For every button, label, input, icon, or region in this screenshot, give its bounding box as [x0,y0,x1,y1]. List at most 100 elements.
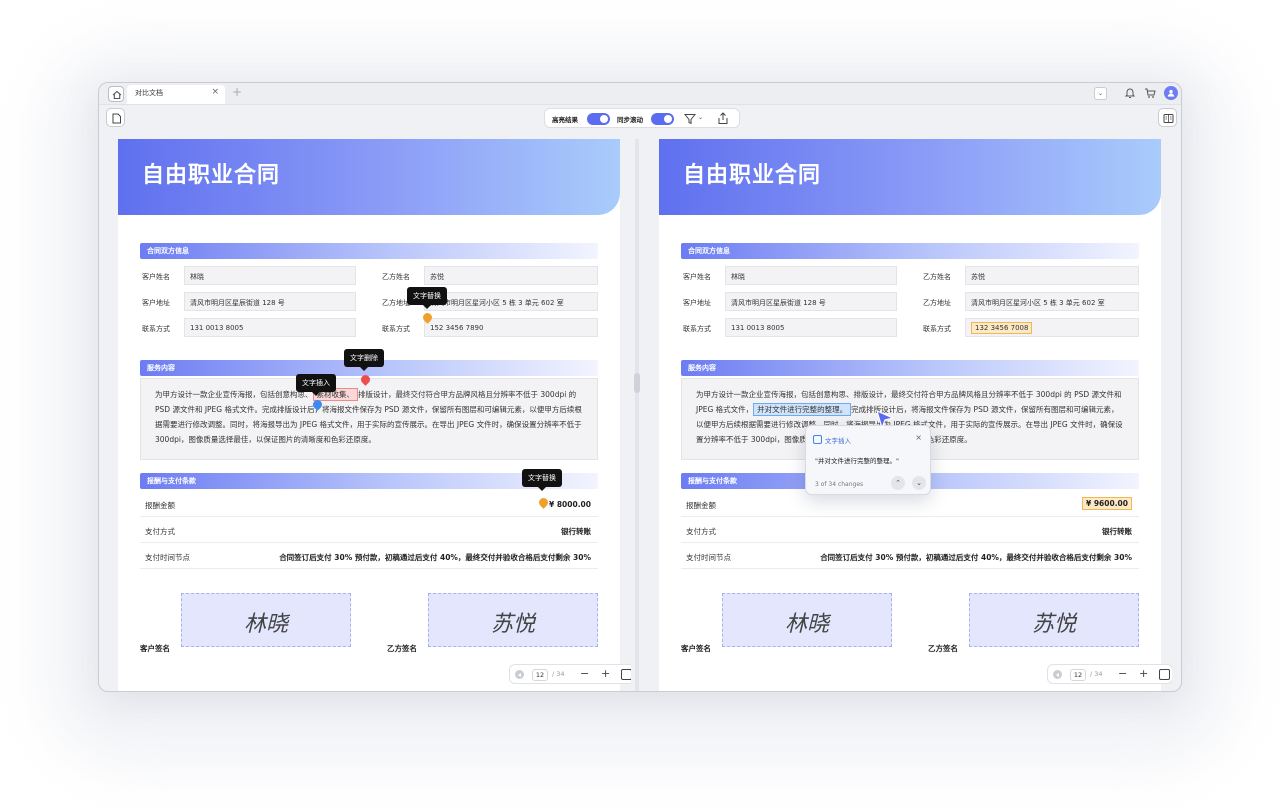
sync-scroll-toggle[interactable] [651,113,674,125]
cart-icon[interactable] [1143,86,1157,100]
client-signature: 林晓 [784,612,829,637]
pay-method-row: 支付方式 银行转账 [681,517,1139,543]
section-title: 服务内容 [147,364,175,372]
add-tab-button[interactable]: + [232,85,242,99]
party-b-address-field: 清风市明月区星河小区 5 栋 3 单元 602 室 [424,292,598,311]
section-header-service: 服务内容 [681,360,1139,376]
client-signature: 林晓 [243,612,288,637]
zoom-out-button[interactable]: − [1118,667,1127,680]
tooltip-text-replace: 文字替换 [407,287,447,309]
filter-icon[interactable] [684,113,696,125]
page-total: / 34 [1090,670,1103,678]
tooltip-text-delete: 文字删除 [344,349,384,371]
prev-page-icon[interactable] [515,670,524,679]
party-b-name-field: 苏悦 [965,266,1139,285]
service-text: 为甲方设计一款企业宣传海报，包括创意构思、 [155,390,313,399]
popup-close-icon[interactable]: × [915,433,922,442]
party-b-signature-box: 苏悦 [428,593,598,647]
client-signature-box: 林晓 [181,593,351,647]
right-zoom-controls: 12 / 34 − + [1047,664,1172,684]
title-banner: 自由职业合同 [118,139,620,215]
client-address-label: 客户地址 [142,299,170,307]
fit-page-icon[interactable] [621,669,631,680]
party-b-sign-label: 乙方签名 [928,644,958,653]
pay-amount-value: ¥ 8000.00 [549,500,591,509]
page-number-input[interactable]: 12 [1070,669,1086,681]
section-title: 报酬与支付条款 [147,477,196,485]
client-address-field: 清风市明月区星辰街道 128 号 [725,292,897,311]
change-detail-popup: 文字插入 × "并对文件进行完整的整理。" 3 of 34 changes ⌃ … [805,425,931,495]
page-total: / 34 [552,670,565,678]
client-signature-box: 林晓 [722,593,892,647]
prev-change-button[interactable]: ⌃ [891,476,905,490]
tab-label: 对比文档 [135,89,163,97]
tab-compare-doc[interactable]: 对比文档 × [127,85,225,104]
zoom-in-button[interactable]: + [1139,667,1148,680]
party-b-address-field: 清风市明月区星河小区 5 栋 3 单元 602 室 [965,292,1139,311]
client-phone-label: 联系方式 [142,325,170,333]
app-window: 对比文档 × + ⌄ 高亮结果 同步滚动 ⌄ 自由职业合同 合同双方信息 客户姓… [98,82,1182,692]
party-b-phone-label: 联系方式 [923,325,951,333]
section-title: 服务内容 [688,364,716,372]
section-title: 合同双方信息 [688,247,730,255]
section-title: 合同双方信息 [147,247,189,255]
client-sign-label: 客户签名 [140,644,170,653]
home-button[interactable] [108,86,124,102]
pay-schedule-row: 支付时间节点 合同签订后支付 30% 预付款，初稿通过后支付 40%，最终交付并… [140,543,598,569]
mouse-cursor-icon [876,409,895,430]
next-change-button[interactable]: ⌄ [912,476,926,490]
bell-icon[interactable] [1123,86,1137,100]
export-icon[interactable] [717,112,729,125]
client-sign-label: 客户签名 [681,644,711,653]
section-header-parties: 合同双方信息 [681,243,1139,259]
pay-method-value: 银行转账 [1102,527,1132,536]
pay-amount-value-highlight[interactable]: ¥ 9600.00 [1082,497,1132,510]
party-b-phone-field: 132 3456 7008 [965,318,1139,337]
insert-change-icon [813,435,822,444]
tab-bar: 对比文档 × + ⌄ [99,83,1181,105]
document-button[interactable] [106,108,125,127]
tooltip-amount-replace: 文字替换 [522,469,562,491]
page-number-input[interactable]: 12 [532,669,548,681]
client-phone-field: 131 0013 8005 [184,318,356,337]
tabs-dropdown-button[interactable]: ⌄ [1094,87,1107,100]
fit-page-icon[interactable] [1159,669,1170,680]
pay-amount-row: 报酬金额 ¥ 8000.00 [140,491,598,517]
left-zoom-controls: 12 / 34 − + [509,664,631,684]
highlight-results-label: 高亮结果 [552,116,578,124]
section-title: 报酬与支付条款 [688,477,737,485]
left-document-pane: 自由职业合同 合同双方信息 客户姓名 林晓 乙方姓名 苏悦 客户地址 清风市明月… [99,139,631,691]
party-b-name-label: 乙方姓名 [923,273,951,281]
document-page: 自由职业合同 合同双方信息 客户姓名 林晓 乙方姓名 苏悦 客户地址 清风市明月… [659,139,1161,691]
toolbar: 高亮结果 同步滚动 ⌄ [99,105,1181,131]
pay-method-value: 银行转账 [561,527,591,536]
zoom-in-button[interactable]: + [601,667,610,680]
popup-change-text: "并对文件进行完整的整理。" [815,457,899,465]
prev-page-icon[interactable] [1053,670,1062,679]
inserted-text-highlight[interactable]: 并对文件进行完整的整理。 [753,403,852,416]
split-view-button[interactable] [1158,108,1177,127]
party-b-name-label: 乙方姓名 [382,273,410,281]
user-avatar[interactable] [1164,86,1178,100]
filter-chevron-icon[interactable]: ⌄ [698,114,703,121]
party-b-signature: 苏悦 [1031,612,1076,637]
zoom-out-button[interactable]: − [580,667,589,680]
pay-method-label: 支付方式 [686,527,716,536]
client-address-field: 清风市明月区星辰街道 128 号 [184,292,356,311]
section-header-parties: 合同双方信息 [140,243,598,259]
document-page: 自由职业合同 合同双方信息 客户姓名 林晓 乙方姓名 苏悦 客户地址 清风市明月… [118,139,620,691]
client-phone-field: 131 0013 8005 [725,318,897,337]
sync-scroll-label: 同步滚动 [617,116,643,124]
pay-schedule-value: 合同签订后支付 30% 预付款，初稿通过后支付 40%，最终交付并验收合格后支付… [279,553,591,562]
client-address-label: 客户地址 [683,299,711,307]
party-b-signature-box: 苏悦 [969,593,1139,647]
user-icon [1167,89,1175,97]
document-title: 自由职业合同 [142,163,281,188]
highlight-results-toggle[interactable] [587,113,610,125]
tab-close-icon[interactable]: × [211,87,219,97]
client-name-field: 林晓 [184,266,356,285]
pay-amount-label: 报酬金额 [145,501,175,510]
pane-divider[interactable] [635,139,639,691]
replaced-phone-highlight[interactable]: 132 3456 7008 [971,322,1033,334]
pay-schedule-row: 支付时间节点 合同签订后支付 30% 预付款，初稿通过后支付 40%，最终交付并… [681,543,1139,569]
